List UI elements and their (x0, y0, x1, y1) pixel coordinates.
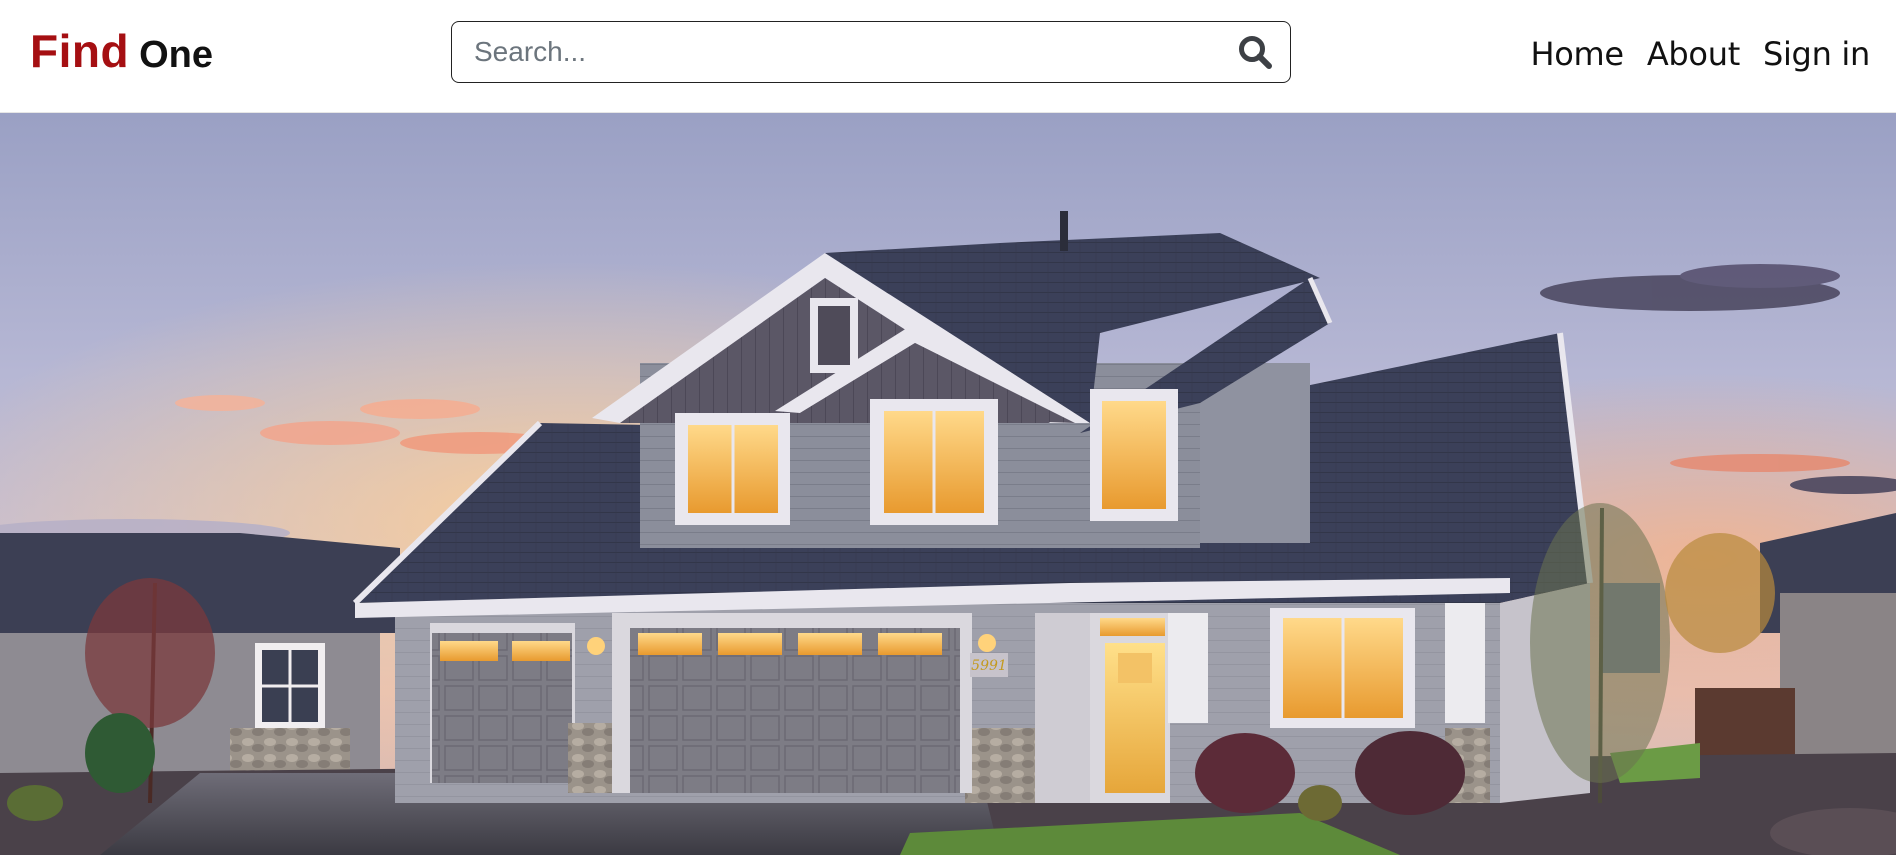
brand-logo[interactable]: Find One (30, 28, 213, 74)
house-number: 5991 (971, 658, 1007, 674)
search-input[interactable] (452, 22, 1220, 82)
search-button[interactable] (1220, 22, 1290, 82)
search-icon (1239, 36, 1272, 69)
hero-house-image: 5991 (0, 113, 1896, 855)
brand-logo-one: One (139, 34, 213, 76)
hero-banner: 5991 (0, 113, 1896, 855)
search-bar (451, 21, 1291, 83)
nav-signin-link[interactable]: Sign in (1763, 35, 1870, 73)
nav-home-link[interactable]: Home (1531, 35, 1625, 73)
top-navbar: Find One Home About Sign in (0, 0, 1896, 113)
nav-menu: Home About Sign in (1531, 0, 1871, 108)
brand-logo-find: Find (30, 25, 130, 77)
nav-about-link[interactable]: About (1647, 35, 1740, 73)
